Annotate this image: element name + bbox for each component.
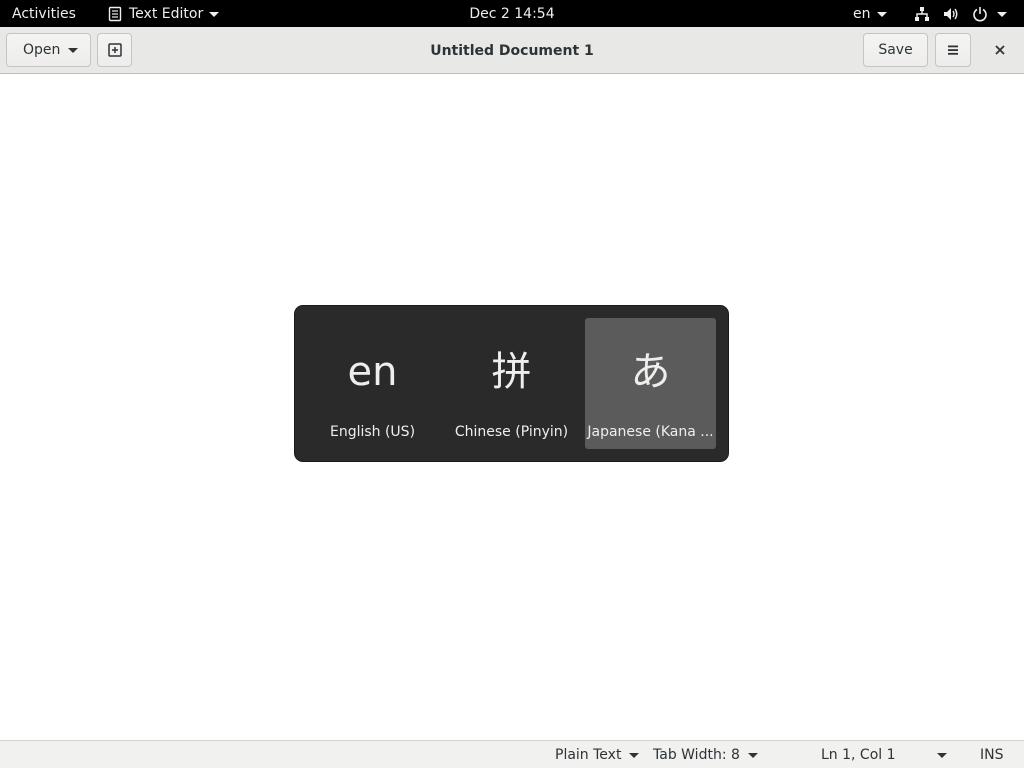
close-window-button[interactable] — [983, 33, 1017, 67]
input-source-glyph: あ — [630, 349, 671, 395]
chevron-down-icon — [997, 11, 1007, 17]
power-icon — [973, 6, 987, 21]
status-bar: Plain Text Tab Width: 8 Ln 1, Col 1 INS — [0, 740, 1024, 768]
app-menu-label: Text Editor — [129, 5, 204, 22]
new-tab-icon — [107, 43, 122, 57]
open-button-label: Open — [23, 42, 61, 58]
cursor-position[interactable]: Ln 1, Col 1 — [821, 741, 896, 768]
overwrite-mode-indicator: INS — [980, 741, 1004, 768]
input-source-switcher: en English (US) 拼 Chinese (Pinyin) あ Jap… — [294, 305, 729, 462]
system-menu[interactable] — [914, 0, 1007, 27]
input-source-japanese-kana[interactable]: あ Japanese (Kana ... — [585, 318, 716, 449]
chevron-down-icon — [68, 48, 78, 53]
chevron-down-icon — [209, 11, 220, 17]
chevron-down-icon — [937, 752, 947, 758]
insert-mode-label: INS — [980, 746, 1004, 763]
input-source-glyph: en — [347, 349, 398, 395]
input-source-label: Chinese (Pinyin) — [454, 424, 569, 440]
open-button[interactable]: Open — [6, 33, 91, 67]
activities-label: Activities — [12, 5, 76, 22]
save-button-label: Save — [878, 42, 913, 58]
app-menu[interactable]: Text Editor — [108, 0, 220, 27]
chevron-down-icon — [747, 752, 758, 758]
input-source-indicator[interactable]: en — [853, 0, 887, 27]
input-source-english[interactable]: en English (US) — [307, 318, 438, 449]
volume-icon — [944, 7, 958, 20]
clock[interactable]: Dec 2 14:54 — [469, 6, 554, 22]
tab-width-label: Tab Width: 8 — [653, 746, 740, 763]
syntax-language-label: Plain Text — [555, 746, 622, 763]
input-source-label: English (US) — [329, 424, 416, 440]
tab-width-selector[interactable]: Tab Width: 8 — [653, 741, 758, 768]
activities-button[interactable]: Activities — [12, 0, 76, 27]
syntax-language-selector[interactable]: Plain Text — [555, 741, 640, 768]
network-icon — [915, 6, 929, 21]
close-icon — [995, 45, 1005, 55]
input-source-label: Japanese (Kana ... — [587, 424, 714, 440]
hamburger-menu-icon — [948, 45, 958, 55]
new-document-button[interactable] — [97, 33, 132, 67]
cursor-position-dropdown[interactable] — [937, 741, 947, 768]
input-source-chinese-pinyin[interactable]: 拼 Chinese (Pinyin) — [446, 318, 577, 449]
header-bar: Untitled Document 1 Open Save — [0, 27, 1024, 74]
document-icon — [108, 6, 122, 21]
chevron-down-icon — [629, 752, 640, 758]
input-source-label: en — [853, 5, 871, 22]
main-menu-button[interactable] — [935, 33, 971, 67]
top-bar: Activities Text Editor Dec 2 14:54 en — [0, 0, 1024, 27]
chevron-down-icon — [876, 11, 887, 17]
cursor-position-label: Ln 1, Col 1 — [821, 746, 896, 763]
save-button[interactable]: Save — [863, 33, 928, 67]
input-source-glyph: 拼 — [491, 349, 532, 395]
